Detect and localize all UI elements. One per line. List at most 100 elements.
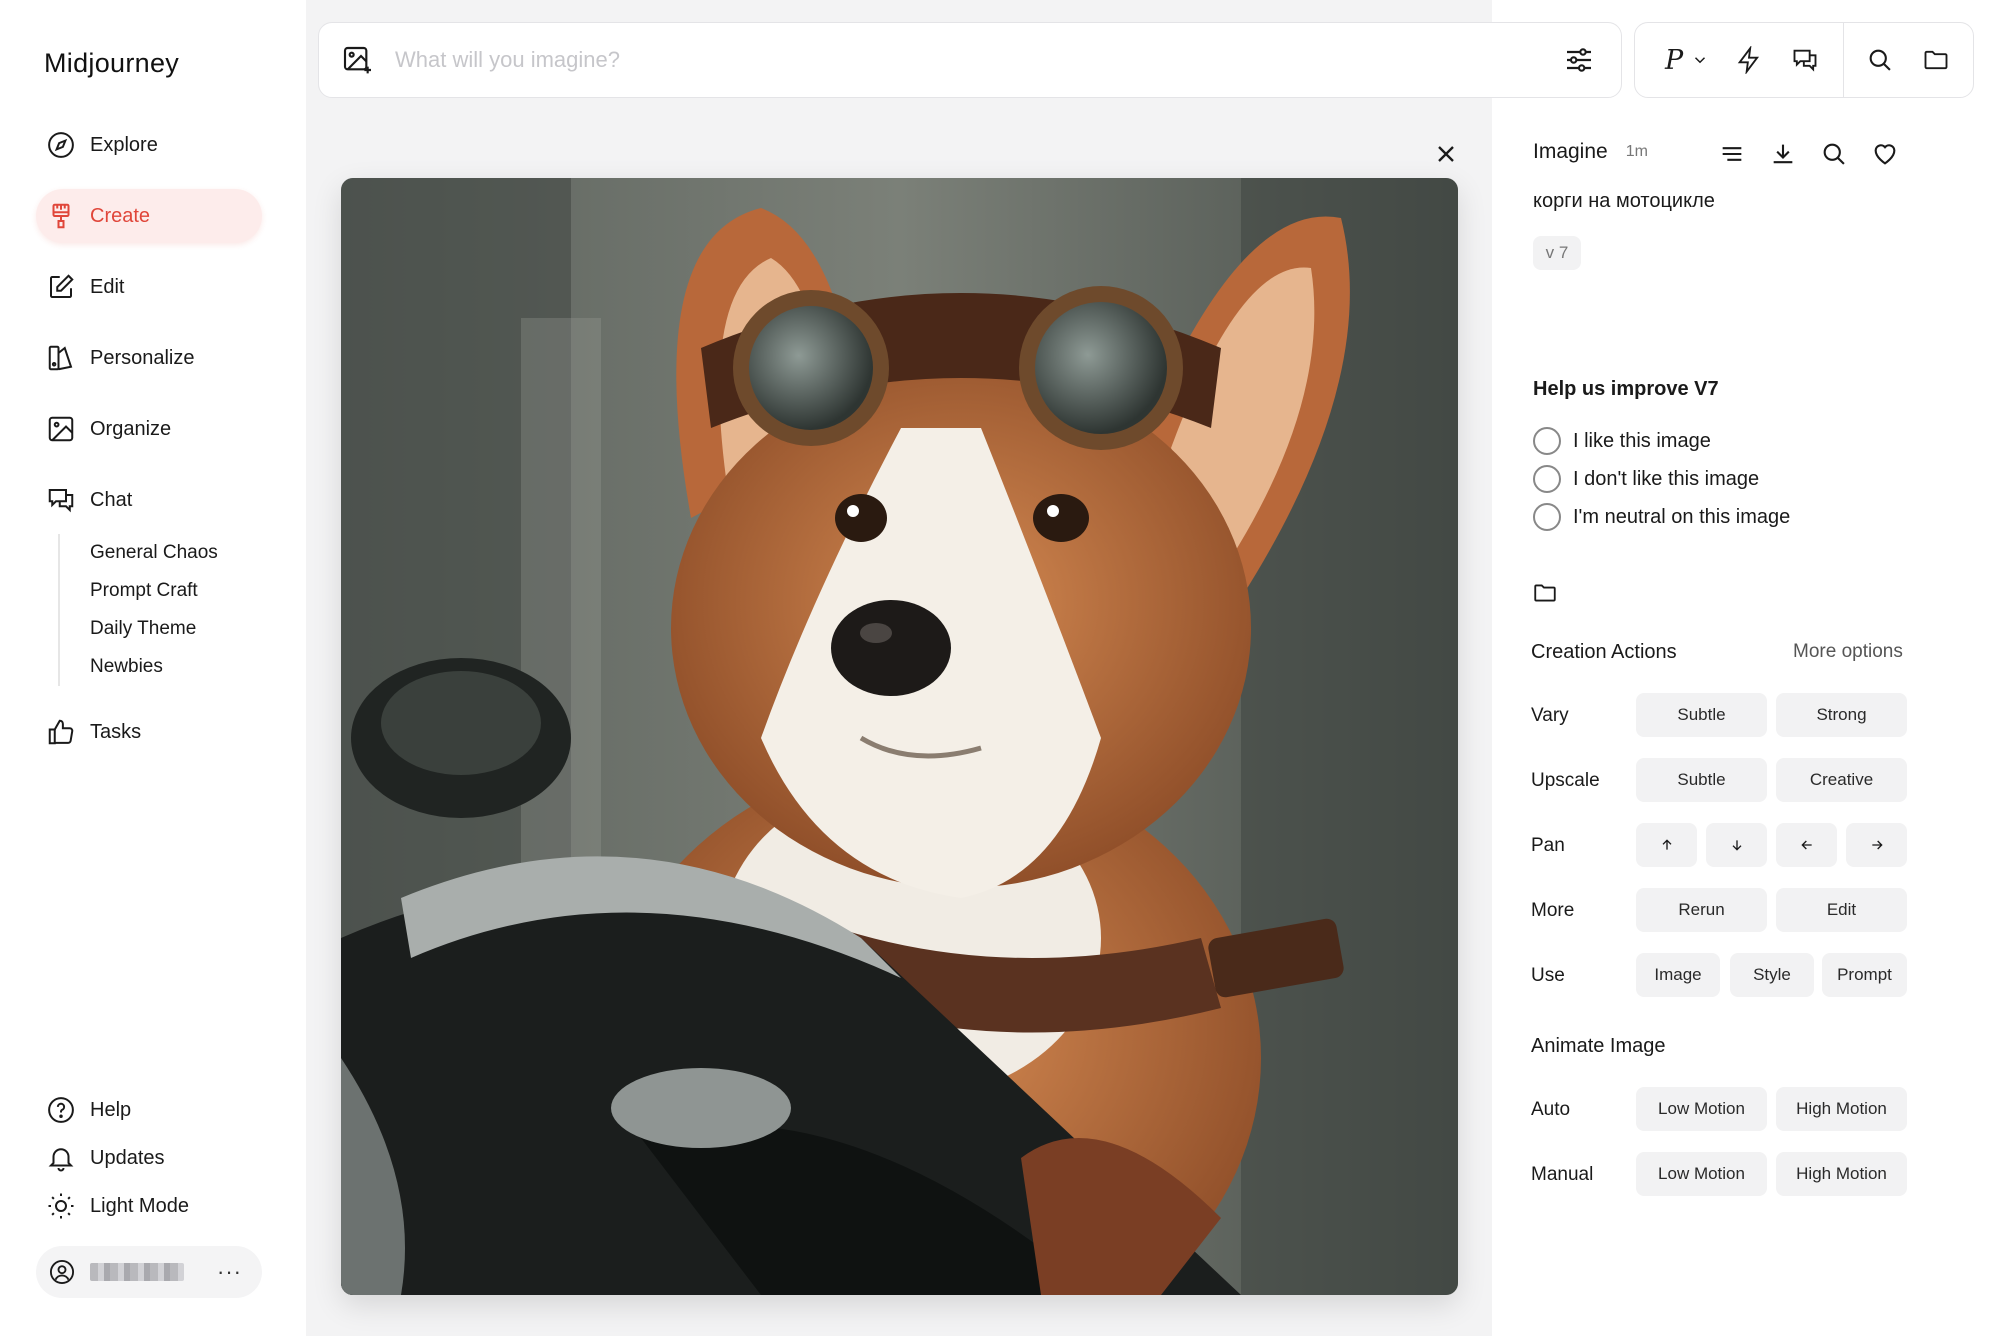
use-image-button[interactable]: Image — [1636, 953, 1720, 997]
user-account[interactable]: ··· — [36, 1246, 262, 1298]
nav-help[interactable]: Help — [46, 1086, 189, 1134]
arrow-up-icon — [1662, 839, 1671, 850]
heart-icon[interactable] — [1871, 140, 1899, 168]
feedback-dislike[interactable]: I don't like this image — [1533, 460, 1790, 498]
generated-image[interactable] — [341, 178, 1458, 1295]
nav-updates-label: Updates — [90, 1146, 165, 1169]
more-dots-icon[interactable]: ··· — [217, 1259, 242, 1285]
nav-edit-label: Edit — [90, 275, 125, 298]
chat-icon — [1793, 49, 1817, 72]
pan-right-button[interactable] — [1846, 823, 1907, 867]
manual-low-motion-button[interactable]: Low Motion — [1636, 1152, 1767, 1196]
bell-icon — [48, 1148, 74, 1172]
nav-tasks-label: Tasks — [90, 720, 142, 743]
pan-down-button[interactable] — [1706, 823, 1767, 867]
nav-personalize[interactable]: Personalize — [36, 331, 262, 385]
upscale-creative-button[interactable]: Creative — [1776, 758, 1907, 802]
nav-light-mode[interactable]: Light Mode — [46, 1182, 189, 1230]
bottom-nav: Help Updates Light Mode — [46, 1086, 189, 1230]
manual-high-motion-button[interactable]: High Motion — [1776, 1152, 1907, 1196]
nav-updates[interactable]: Updates — [46, 1134, 189, 1182]
radio-circle[interactable] — [1533, 427, 1561, 455]
sidebar: Midjourney Explore Create Edit Personali… — [0, 0, 306, 1336]
user-icon — [49, 1259, 75, 1285]
folder-icon[interactable] — [1532, 580, 1558, 606]
animate-image-title: Animate Image — [1531, 1035, 1666, 1057]
use-prompt-button[interactable]: Prompt — [1822, 953, 1907, 997]
panel-header: Imagine 1m — [1533, 140, 1648, 164]
edit-button[interactable]: Edit — [1776, 888, 1907, 932]
auto-high-motion-button[interactable]: High Motion — [1776, 1087, 1907, 1131]
arrow-down-icon — [1732, 840, 1741, 851]
radio-circle[interactable] — [1533, 465, 1561, 493]
feedback-like[interactable]: I like this image — [1533, 422, 1790, 460]
nav-explore[interactable]: Explore — [36, 118, 262, 172]
nav-tasks[interactable]: Tasks — [46, 705, 141, 759]
nav-chat-label: Chat — [90, 488, 133, 511]
close-icon[interactable] — [1432, 140, 1460, 168]
rerun-button[interactable]: Rerun — [1636, 888, 1767, 932]
vary-strong-button[interactable]: Strong — [1776, 693, 1907, 737]
feedback-neutral[interactable]: I'm neutral on this image — [1533, 498, 1790, 536]
download-icon[interactable] — [1769, 140, 1797, 168]
vary-label: Vary — [1531, 705, 1569, 726]
pan-up-button[interactable] — [1636, 823, 1697, 867]
pan-left-button[interactable] — [1776, 823, 1837, 867]
toolbar-divider — [1843, 22, 1845, 98]
channel-prompt-craft[interactable]: Prompt Craft — [90, 572, 218, 610]
personalize-toggle[interactable]: P — [1635, 45, 1709, 76]
vary-subtle-button[interactable]: Subtle — [1636, 693, 1767, 737]
use-style-button[interactable]: Style — [1730, 953, 1814, 997]
creation-actions-title: Creation Actions — [1531, 641, 1677, 663]
menu-icon[interactable] — [1718, 140, 1746, 168]
sun-icon — [48, 1193, 74, 1219]
nav-chat[interactable]: Chat — [36, 473, 262, 527]
arrow-left-icon — [1800, 840, 1812, 850]
channel-general-chaos[interactable]: General Chaos — [90, 534, 218, 572]
chevron-down-icon — [1695, 57, 1706, 64]
nav-edit[interactable]: Edit — [36, 260, 262, 314]
nav-light-mode-label: Light Mode — [90, 1194, 189, 1217]
nav-organize[interactable]: Organize — [36, 402, 262, 456]
brush-icon — [52, 203, 70, 229]
upscale-subtle-button[interactable]: Subtle — [1636, 758, 1767, 802]
panel-time: 1m — [1625, 143, 1648, 160]
imagine-input[interactable] — [395, 47, 1563, 73]
version-badge: v 7 — [1533, 236, 1581, 270]
folder-button[interactable] — [1922, 46, 1950, 74]
nav-create[interactable]: Create — [36, 189, 262, 243]
chat-toggle-button[interactable] — [1791, 46, 1819, 74]
search-icon[interactable] — [1820, 140, 1848, 168]
app-logo[interactable]: Midjourney — [44, 48, 179, 79]
auto-low-motion-button[interactable]: Low Motion — [1636, 1087, 1767, 1131]
feedback-options: I like this image I don't like this imag… — [1533, 422, 1790, 536]
more-options-link[interactable]: More options — [1793, 641, 1903, 663]
channel-daily-theme[interactable]: Daily Theme — [90, 610, 218, 648]
nav-help-label: Help — [90, 1098, 132, 1121]
chat-channels: General Chaos Prompt Craft Daily Theme N… — [58, 534, 218, 686]
channel-newbies[interactable]: Newbies — [90, 648, 218, 686]
nav-personalize-label: Personalize — [90, 346, 195, 369]
main-nav: Explore Create Edit Personalize Organize… — [36, 118, 262, 544]
chat-icon — [48, 489, 74, 513]
pan-label: Pan — [1531, 835, 1565, 856]
search-icon — [1869, 49, 1891, 71]
search-button[interactable] — [1866, 46, 1894, 74]
prompt-text[interactable]: корги на мотоцикле — [1533, 190, 1715, 213]
thumbs-up-icon — [48, 719, 74, 745]
arrow-right-icon — [1871, 840, 1883, 850]
sliders-icon[interactable] — [1563, 44, 1595, 76]
speed-button[interactable] — [1735, 46, 1763, 74]
add-image-icon[interactable] — [341, 44, 373, 76]
corgi-motorcycle-image — [341, 178, 1458, 1295]
nav-create-label: Create — [90, 204, 151, 227]
use-label: Use — [1531, 965, 1565, 986]
panel-title: Imagine — [1533, 140, 1608, 163]
top-toolbar: P — [1634, 22, 1974, 98]
upscale-label: Upscale — [1531, 770, 1600, 791]
folder-icon — [1924, 50, 1948, 70]
nav-explore-label: Explore — [90, 133, 158, 156]
feedback-like-label: I like this image — [1573, 429, 1711, 452]
username-blurred — [90, 1263, 184, 1281]
radio-circle[interactable] — [1533, 503, 1561, 531]
